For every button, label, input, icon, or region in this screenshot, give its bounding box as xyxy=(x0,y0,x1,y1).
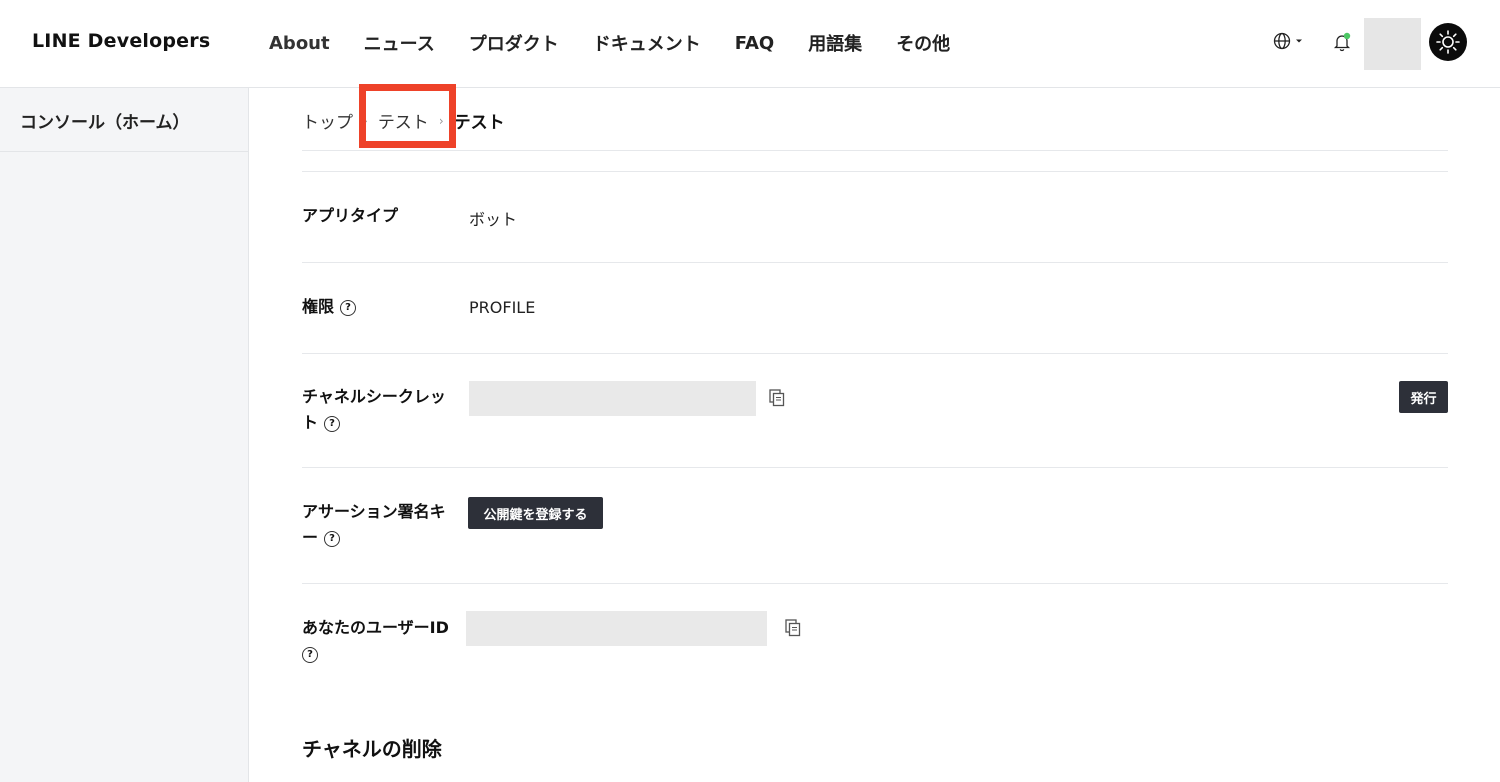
nav-news[interactable]: ニュース xyxy=(364,30,435,56)
breadcrumb-current: テスト xyxy=(453,113,505,133)
divider xyxy=(302,583,1448,584)
user-id-label: あなたのユーザーID ? xyxy=(302,615,458,667)
permissions-label-text: 権限 xyxy=(302,297,335,316)
help-icon[interactable]: ? xyxy=(340,299,357,316)
help-icon[interactable]: ? xyxy=(324,415,341,432)
assertion-key-label-line1: アサーション署名キ xyxy=(302,502,446,521)
globe-icon xyxy=(1273,32,1291,50)
channel-secret-masked-value xyxy=(469,381,756,416)
app-type-value: ボット xyxy=(469,210,518,229)
app-type-label: アプリタイプ xyxy=(302,206,399,225)
theme-toggle-button[interactable] xyxy=(1429,23,1467,61)
language-switcher[interactable] xyxy=(1273,32,1303,50)
nav-faq[interactable]: FAQ xyxy=(735,33,774,54)
help-icon[interactable]: ? xyxy=(302,646,318,663)
user-id-label-line1: あなたのユーザーID xyxy=(302,618,449,637)
nav-more[interactable]: その他 xyxy=(896,30,950,56)
permissions-label: 権限? xyxy=(302,294,458,320)
nav-documents[interactable]: ドキュメント xyxy=(593,30,701,56)
nav-products[interactable]: プロダクト xyxy=(469,30,559,56)
copy-icon[interactable] xyxy=(785,619,801,637)
copy-icon[interactable] xyxy=(769,389,785,407)
divider xyxy=(302,353,1448,354)
user-id-masked-value xyxy=(466,611,767,646)
channel-secret-label-line2: ト xyxy=(302,413,319,432)
register-public-key-button[interactable]: 公開鍵を登録する xyxy=(468,497,603,529)
divider xyxy=(302,171,1448,172)
nav-about[interactable]: About xyxy=(269,33,330,54)
notifications-button[interactable] xyxy=(1332,32,1352,56)
permissions-value: PROFILE xyxy=(469,298,536,317)
highlight-annotation xyxy=(359,84,456,148)
sidebar-item-console-home[interactable]: コンソール（ホーム） xyxy=(0,88,248,152)
caret-down-icon xyxy=(1296,39,1302,43)
nav-glossary[interactable]: 用語集 xyxy=(808,30,862,56)
assertion-key-label: アサーション署名キ ー? xyxy=(302,499,458,551)
delete-channel-heading: チャネルの削除 xyxy=(302,737,442,761)
assertion-key-label-line2: ー xyxy=(302,528,319,547)
divider xyxy=(302,467,1448,468)
top-header: LINE Developers About ニュース プロダクト ドキュメント … xyxy=(0,0,1500,88)
help-icon[interactable]: ? xyxy=(324,530,341,547)
issue-secret-button[interactable]: 発行 xyxy=(1399,381,1448,413)
sidebar: コンソール（ホーム） xyxy=(0,88,249,782)
avatar[interactable] xyxy=(1364,18,1421,70)
bell-icon xyxy=(1333,32,1351,52)
main-nav: About ニュース プロダクト ドキュメント FAQ 用語集 その他 xyxy=(269,30,984,56)
breadcrumb-top[interactable]: トップ xyxy=(302,108,353,133)
divider xyxy=(302,150,1448,151)
channel-secret-label-line1: チャネルシークレッ xyxy=(302,387,446,406)
divider xyxy=(302,262,1448,263)
logo[interactable]: LINE Developers xyxy=(32,30,210,52)
sun-icon xyxy=(1436,30,1460,54)
channel-secret-label: チャネルシークレッ ト? xyxy=(302,384,458,436)
